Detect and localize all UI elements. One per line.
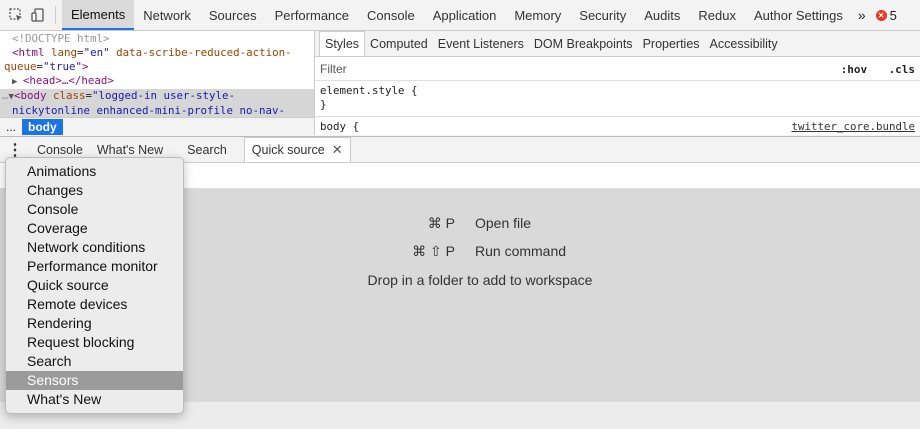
- styles-filter-input[interactable]: Filter: [320, 62, 347, 76]
- drawer-tab-search[interactable]: Search: [180, 137, 234, 162]
- error-count-badge[interactable]: ✕ 5: [872, 0, 901, 30]
- menu-item-search[interactable]: Search: [6, 352, 183, 371]
- error-icon: ✕: [875, 9, 887, 21]
- drawer-tab-quick-source[interactable]: Quick source ✕: [243, 137, 351, 162]
- tab-security[interactable]: Security: [570, 0, 635, 30]
- element-style-close: }: [320, 98, 327, 111]
- element-style-rule[interactable]: element.style { }: [315, 81, 920, 117]
- html-attr-scribe-cont: queue: [4, 60, 37, 73]
- tab-console[interactable]: Console: [358, 0, 424, 30]
- head-tag: <head>…</head>: [22, 74, 114, 87]
- menu-item-whats-new[interactable]: What's New: [6, 390, 183, 409]
- shortcut-open-file-label: Open file: [475, 215, 532, 231]
- breadcrumb-body[interactable]: body: [22, 118, 63, 135]
- tab-redux[interactable]: Redux: [689, 0, 745, 30]
- styles-subtabs: Styles Computed Event Listeners DOM Brea…: [315, 31, 920, 57]
- subtab-properties[interactable]: Properties: [638, 31, 705, 56]
- shortcut-run-command-label: Run command: [475, 243, 567, 259]
- menu-item-performance-monitor[interactable]: Performance monitor: [6, 257, 183, 276]
- menu-item-network-conditions[interactable]: Network conditions: [6, 238, 183, 257]
- body-style-selector: body {: [320, 120, 360, 133]
- html-attr-scribe: data-scribe-reduced-action-: [116, 46, 292, 59]
- hov-toggle[interactable]: :hov: [841, 63, 868, 76]
- subtab-event-listeners[interactable]: Event Listeners: [433, 31, 529, 56]
- subtab-dom-breakpoints[interactable]: DOM Breakpoints: [529, 31, 638, 56]
- body-attr-class: class: [52, 89, 86, 102]
- more-tools-menu: Animations Changes Console Coverage Netw…: [5, 157, 184, 414]
- shortcut-open-file-keys: ⌘ P: [427, 215, 455, 231]
- subtab-styles[interactable]: Styles: [319, 31, 366, 56]
- menu-item-quick-source[interactable]: Quick source: [6, 276, 183, 295]
- toolbar-divider: [55, 6, 56, 24]
- subtab-computed[interactable]: Computed: [365, 31, 433, 56]
- body-style-source-link[interactable]: twitter_core.bundle: [791, 120, 915, 133]
- breadcrumb: ... body: [0, 117, 314, 135]
- shortcut-run-command: ⌘ ⇧ P Run command: [355, 243, 566, 260]
- drawer-tab-quick-source-label: Quick source: [251, 143, 325, 157]
- styles-filter-row: Filter :hov .cls: [315, 57, 920, 81]
- inspect-element-icon[interactable]: [5, 0, 27, 30]
- error-count: 5: [889, 7, 897, 23]
- menu-item-changes[interactable]: Changes: [6, 181, 183, 200]
- html-node-wrap: queue="true">: [4, 60, 89, 73]
- tab-performance[interactable]: Performance: [266, 0, 358, 30]
- breadcrumb-more[interactable]: ...: [0, 120, 22, 134]
- styles-pane: Styles Computed Event Listeners DOM Brea…: [315, 31, 920, 135]
- body-node-wrap: nickytonline enhanced-mini-profile no-na…: [0, 104, 314, 118]
- menu-item-sensors[interactable]: Sensors: [6, 371, 183, 390]
- cls-toggle[interactable]: .cls: [889, 63, 916, 76]
- shortcut-run-command-keys: ⌘ ⇧ P: [412, 243, 455, 259]
- close-icon[interactable]: ✕: [332, 142, 343, 158]
- body-val-2: nickytonline enhanced-mini-profile no-na…: [12, 104, 286, 117]
- doctype-line[interactable]: <!DOCTYPE html>: [0, 32, 314, 46]
- more-tabs-button[interactable]: »: [852, 0, 872, 30]
- tab-application[interactable]: Application: [424, 0, 506, 30]
- body-val-1: "logged-in user-style-: [92, 89, 236, 102]
- html-val-lang: "en": [83, 46, 110, 59]
- tab-elements[interactable]: Elements: [62, 0, 135, 30]
- tab-author-settings[interactable]: Author Settings: [745, 0, 852, 30]
- shortcut-open-file: ⌘ P Open file: [355, 215, 531, 232]
- dom-tree-pane: <!DOCTYPE html> <html lang="en" data-scr…: [0, 31, 315, 135]
- menu-item-animations[interactable]: Animations: [6, 162, 183, 181]
- html-attr-lang: lang: [51, 46, 78, 59]
- tab-memory[interactable]: Memory: [505, 0, 570, 30]
- tab-audits[interactable]: Audits: [635, 0, 689, 30]
- filter-tools: :hov .cls: [823, 62, 915, 76]
- html-val-scribe: "true": [43, 60, 83, 73]
- tab-sources[interactable]: Sources: [200, 0, 266, 30]
- menu-item-console[interactable]: Console: [6, 200, 183, 219]
- menu-item-remote-devices[interactable]: Remote devices: [6, 295, 183, 314]
- panel-tabs: Elements Network Sources Performance Con…: [62, 0, 852, 30]
- body-style-rule[interactable]: body { twitter_core.bundle: [315, 117, 920, 135]
- menu-item-request-blocking[interactable]: Request blocking: [6, 333, 183, 352]
- element-style-selector: element.style {: [320, 84, 418, 97]
- menu-item-coverage[interactable]: Coverage: [6, 219, 183, 238]
- html-node[interactable]: <html lang="en" data-scribe-reduced-acti…: [0, 46, 314, 60]
- body-node[interactable]: …▼<body class="logged-in user-style-: [0, 89, 314, 104]
- subtab-accessibility[interactable]: Accessibility: [705, 31, 783, 56]
- menu-item-rendering[interactable]: Rendering: [6, 314, 183, 333]
- tab-network[interactable]: Network: [134, 0, 200, 30]
- main-toolbar: Elements Network Sources Performance Con…: [0, 0, 920, 31]
- head-node[interactable]: ▶ <head>…</head>: [0, 74, 314, 89]
- html-tag: <html: [12, 46, 45, 59]
- device-toolbar-icon[interactable]: [27, 0, 49, 30]
- body-tag: <body: [13, 89, 47, 102]
